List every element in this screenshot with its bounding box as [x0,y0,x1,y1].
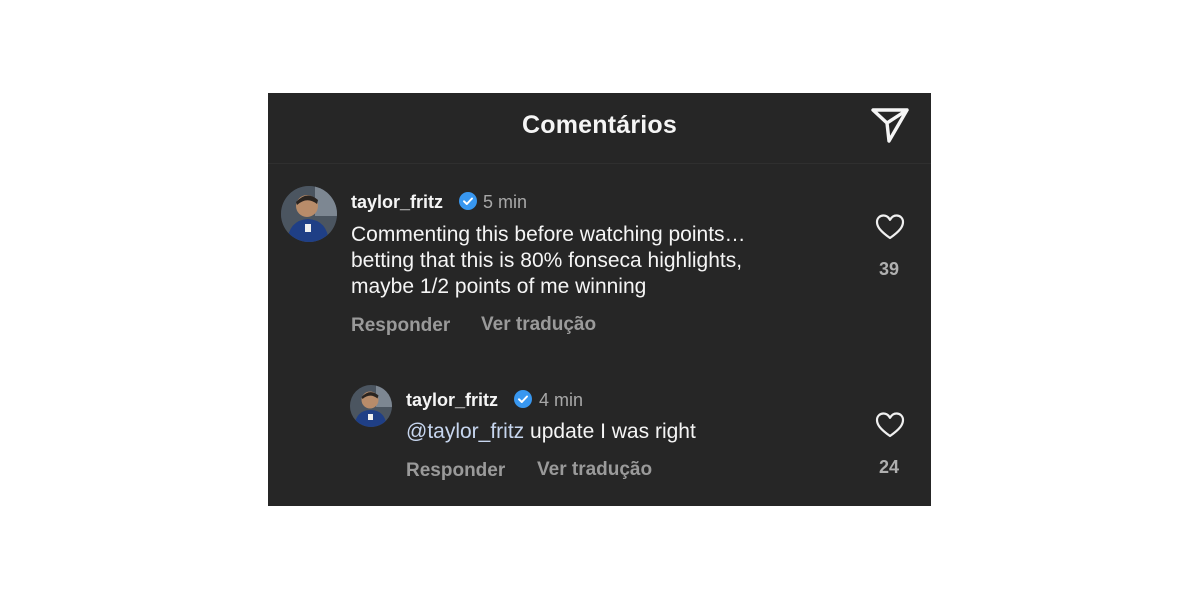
comment-body: update I was right [530,420,696,443]
comment-username[interactable]: taylor_fritz [406,390,498,411]
heart-icon[interactable] [875,411,905,439]
reply-button[interactable]: Responder [351,315,450,337]
comments-header: Comentários [268,93,931,164]
comment-text-line: betting that this is 80% fonseca highlig… [351,249,743,272]
comment-text: @taylor_fritz update I was right [406,419,696,445]
comment-text-line: Commenting this before watching points… [351,223,746,246]
avatar[interactable] [350,385,392,427]
comment-text-line: maybe 1/2 points of me winning [351,275,647,298]
verified-badge-icon [514,390,532,408]
send-icon[interactable] [868,106,912,144]
comments-panel: Comentários taylor_fritz 5 min Commentin… [268,93,931,506]
comment-username[interactable]: taylor_fritz [351,192,443,213]
mention-link[interactable]: @taylor_fritz [406,420,524,443]
avatar[interactable] [281,186,337,242]
verified-badge-icon [459,192,477,210]
like-count: 39 [878,259,900,279]
see-translation-button[interactable]: Ver tradução [481,314,596,336]
heart-icon[interactable] [875,213,905,241]
comment-timestamp: 5 min [483,192,528,212]
reply-button[interactable]: Responder [406,460,505,482]
comment-timestamp: 4 min [539,390,584,410]
like-count: 24 [878,457,900,477]
page-title: Comentários [521,111,677,139]
comment-text: Commenting this before watching points… … [351,222,746,300]
see-translation-button[interactable]: Ver tradução [537,459,652,481]
